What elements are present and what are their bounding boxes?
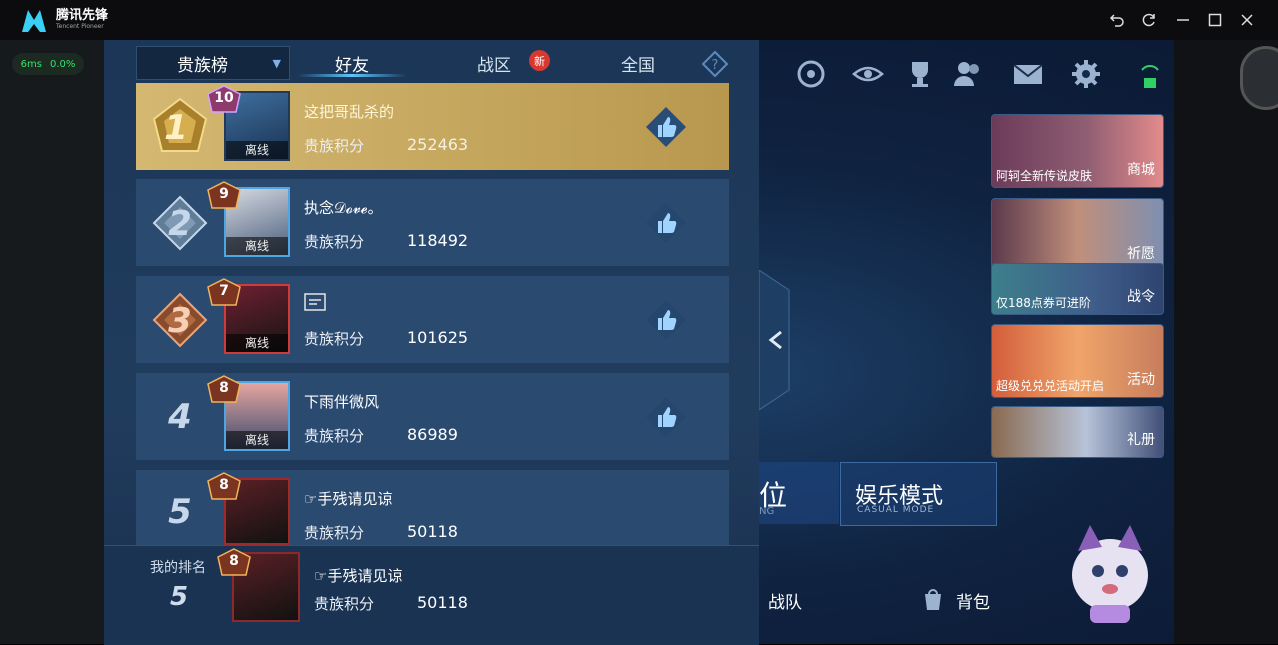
mascot-character xyxy=(1072,525,1148,623)
active-tab-indicator xyxy=(298,74,406,77)
friends-icon[interactable] xyxy=(952,58,984,90)
my-rank-label: 我的排名 xyxy=(150,560,206,576)
status-label: 离线 xyxy=(226,334,288,352)
my-score-value: 50118 xyxy=(417,593,468,612)
leaderboard-row[interactable]: 4 离线 8 下雨伴微风 贵族积分 86989 xyxy=(136,373,729,460)
svg-text:?: ? xyxy=(712,58,719,73)
score-value: 118492 xyxy=(407,231,469,250)
team-nav[interactable]: 战队 xyxy=(768,588,802,613)
player-name: ☞手残请见谅 xyxy=(304,490,393,508)
noble-level: 9 xyxy=(219,186,229,202)
leaderboard-row[interactable]: 3 离线 7 贵族积分 101625 xyxy=(136,276,729,363)
status-label: 离线 xyxy=(226,141,288,159)
app-subtitle: Tencent Pioneer xyxy=(56,23,104,30)
player-name: 下雨伴微风 xyxy=(304,393,380,411)
side-card-label: 商城 xyxy=(1127,162,1155,178)
bag-nav[interactable]: 背包 xyxy=(956,588,990,613)
thumbs-up-icon[interactable] xyxy=(646,107,686,147)
trophy-icon[interactable] xyxy=(904,58,936,90)
score-label: 贵族积分 xyxy=(304,524,365,542)
my-player-name: ☞手残请见谅 xyxy=(314,567,403,585)
side-card-gift[interactable]: 礼册 xyxy=(991,406,1164,458)
side-card-label: 活动 xyxy=(1127,372,1155,388)
side-card-pass[interactable]: 仅188点券可进阶 战令 xyxy=(991,263,1164,315)
floating-ball-button[interactable] xyxy=(1240,46,1278,110)
my-score-label: 贵族积分 xyxy=(314,595,375,613)
new-badge: 新 xyxy=(529,50,550,71)
player-name: 这把哥乱杀的 xyxy=(304,103,395,121)
side-card-label: 战令 xyxy=(1127,289,1155,305)
signal-icon xyxy=(1141,65,1159,88)
score-value: 101625 xyxy=(407,328,469,347)
tab-national[interactable]: 全国 xyxy=(584,46,692,80)
my-rank-number: 5 xyxy=(170,582,189,612)
ranked-mode-sub: NG xyxy=(759,506,775,517)
thumbs-up-icon[interactable] xyxy=(646,397,686,437)
score-label: 贵族积分 xyxy=(304,233,365,251)
chevron-down-icon: ▼ xyxy=(272,57,281,70)
thumbs-up-icon[interactable] xyxy=(646,300,686,340)
leaderboard-row[interactable]: 1 离线 10 这把哥乱杀的 贵族积分 252463 xyxy=(136,83,729,170)
rank-number: 5 xyxy=(168,492,192,532)
name-glyph-icon xyxy=(304,293,326,311)
score-value: 86989 xyxy=(407,425,458,444)
leaderboard-type-dropdown[interactable]: 贵族榜 ▼ xyxy=(136,46,290,80)
eye-icon[interactable] xyxy=(852,58,884,90)
side-card-label: 礼册 xyxy=(1127,432,1155,448)
status-label: 离线 xyxy=(226,237,288,255)
rank-number: 1 xyxy=(164,108,188,148)
mail-icon[interactable] xyxy=(1012,58,1044,90)
ping-indicator: 6ms 0.0% xyxy=(12,53,84,75)
ping-loss: 0.0% xyxy=(49,58,76,70)
side-card-caption: 仅188点券可进阶 xyxy=(996,296,1091,310)
my-noble-level: 8 xyxy=(229,553,239,569)
rank-number: 2 xyxy=(168,204,192,244)
leaderboard-row[interactable]: 2 离线 9 执念𝒟𝓸𝓿𝓮。 贵族积分 118492 xyxy=(136,179,729,266)
back-icon[interactable] xyxy=(1106,9,1128,31)
side-card-shop[interactable]: 阿轲全新传说皮肤 商城 xyxy=(991,114,1164,188)
rank-number: 4 xyxy=(168,397,192,437)
score-label: 贵族积分 xyxy=(304,137,365,155)
app-logo-icon xyxy=(22,10,46,32)
side-card-wish[interactable]: 祈愿 xyxy=(991,198,1164,272)
side-card-event[interactable]: 超级兑兑兑活动开启 活动 xyxy=(991,324,1164,398)
score-label: 贵族积分 xyxy=(304,330,365,348)
noble-level: 8 xyxy=(219,380,229,396)
noble-level: 8 xyxy=(219,477,229,493)
status-label: 离线 xyxy=(226,431,288,449)
help-icon[interactable]: ? xyxy=(702,51,728,77)
minimize-icon[interactable] xyxy=(1172,9,1194,31)
leaderboard-row[interactable]: 5 8 ☞手残请见谅 贵族积分 50118 xyxy=(136,470,729,545)
rank-number: 3 xyxy=(168,301,192,341)
thumbs-up-icon[interactable] xyxy=(646,203,686,243)
bag-icon xyxy=(925,589,941,610)
noble-level: 7 xyxy=(219,283,229,299)
casual-mode-sub: CASUAL MODE xyxy=(857,505,935,515)
dropdown-label: 贵族榜 xyxy=(177,55,228,76)
left-sidebar xyxy=(0,40,104,644)
score-value: 50118 xyxy=(407,522,458,541)
score-value: 252463 xyxy=(407,135,469,154)
side-card-caption: 阿轲全新传说皮肤 xyxy=(996,169,1093,183)
title-bar xyxy=(0,0,1278,40)
settings-gear-icon[interactable] xyxy=(1070,58,1102,90)
target-icon[interactable] xyxy=(795,58,827,90)
collapse-panel-button[interactable] xyxy=(759,270,795,410)
app-name: 腾讯先锋 xyxy=(56,8,109,23)
player-name: 执念𝒟𝓸𝓿𝓮。 xyxy=(304,199,383,217)
noble-level: 10 xyxy=(214,90,234,106)
maximize-icon[interactable] xyxy=(1204,9,1226,31)
side-card-caption: 超级兑兑兑活动开启 xyxy=(996,379,1105,393)
ping-latency: 6ms xyxy=(20,58,42,70)
score-label: 贵族积分 xyxy=(304,427,365,445)
close-icon[interactable] xyxy=(1236,9,1258,31)
side-card-label: 祈愿 xyxy=(1127,246,1155,262)
refresh-icon[interactable] xyxy=(1138,9,1160,31)
right-sidebar xyxy=(1174,40,1278,644)
